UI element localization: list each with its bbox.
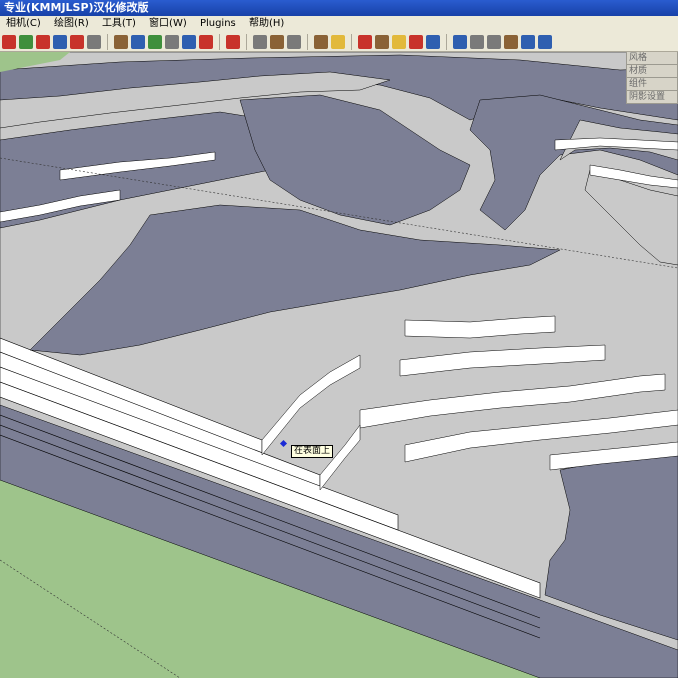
tray-shadow-settings[interactable]: 阴影设置	[626, 91, 678, 104]
menu-draw[interactable]: 绘图(R)	[54, 18, 89, 29]
menu-window[interactable]: 窗口(W)	[149, 18, 187, 29]
3dtext-icon[interactable]	[199, 34, 213, 49]
freehand-icon[interactable]	[19, 34, 33, 49]
toolbar-separator	[446, 33, 447, 50]
axes-icon[interactable]	[148, 34, 162, 49]
pushpull-icon[interactable]	[36, 34, 50, 49]
window-title-bar: 专业(KMMJLSP)汉化修改版	[0, 0, 678, 16]
offset-icon[interactable]	[70, 34, 84, 49]
front-view-icon[interactable]	[538, 34, 552, 49]
previous-icon[interactable]	[358, 34, 372, 49]
section-icon[interactable]	[226, 34, 240, 49]
shaded-texture-icon[interactable]	[470, 34, 484, 49]
tray-styles[interactable]: 风格	[626, 52, 678, 65]
tray-panel: 风格 材质 组件 阴影设置	[626, 52, 678, 104]
erase-icon[interactable]	[87, 34, 101, 49]
hidden-line-icon[interactable]	[426, 34, 440, 49]
iso-view-icon[interactable]	[504, 34, 518, 49]
toolbar-separator	[307, 33, 308, 50]
zoom-icon[interactable]	[287, 34, 301, 49]
zoom-extents-icon[interactable]	[331, 34, 345, 49]
menu-plugins[interactable]: Plugins	[200, 18, 236, 29]
arc-icon[interactable]	[2, 34, 16, 49]
top-view-icon[interactable]	[521, 34, 535, 49]
window-title: 专业(KMMJLSP)汉化修改版	[4, 1, 149, 14]
text-icon[interactable]	[182, 34, 196, 49]
tray-materials[interactable]: 材质	[626, 65, 678, 78]
toolbar-separator	[219, 33, 220, 50]
zoom-window-icon[interactable]	[314, 34, 328, 49]
measure-icon[interactable]	[114, 34, 128, 49]
toolbar-separator	[351, 33, 352, 50]
orbit-icon[interactable]	[253, 34, 267, 49]
followme-icon[interactable]	[53, 34, 67, 49]
wireframe-icon[interactable]	[409, 34, 423, 49]
shaded-icon[interactable]	[453, 34, 467, 49]
protractor-icon[interactable]	[131, 34, 145, 49]
dimension-icon[interactable]	[165, 34, 179, 49]
next-icon[interactable]	[375, 34, 389, 49]
xray-icon[interactable]	[392, 34, 406, 49]
pan-icon[interactable]	[270, 34, 284, 49]
menu-bar: 相机(C) 绘图(R) 工具(T) 窗口(W) Plugins 帮助(H)	[0, 16, 678, 32]
menu-camera[interactable]: 相机(C)	[6, 18, 41, 29]
toolbar-separator	[107, 33, 108, 50]
inference-tooltip: 在表面上	[291, 445, 334, 458]
monochrome-icon[interactable]	[487, 34, 501, 49]
menu-tools[interactable]: 工具(T)	[102, 18, 136, 29]
tray-components[interactable]: 组件	[626, 78, 678, 91]
toolbar-separator	[246, 33, 247, 50]
menu-help[interactable]: 帮助(H)	[249, 18, 284, 29]
toolbar	[0, 32, 678, 52]
model-viewport[interactable]	[0, 52, 678, 678]
